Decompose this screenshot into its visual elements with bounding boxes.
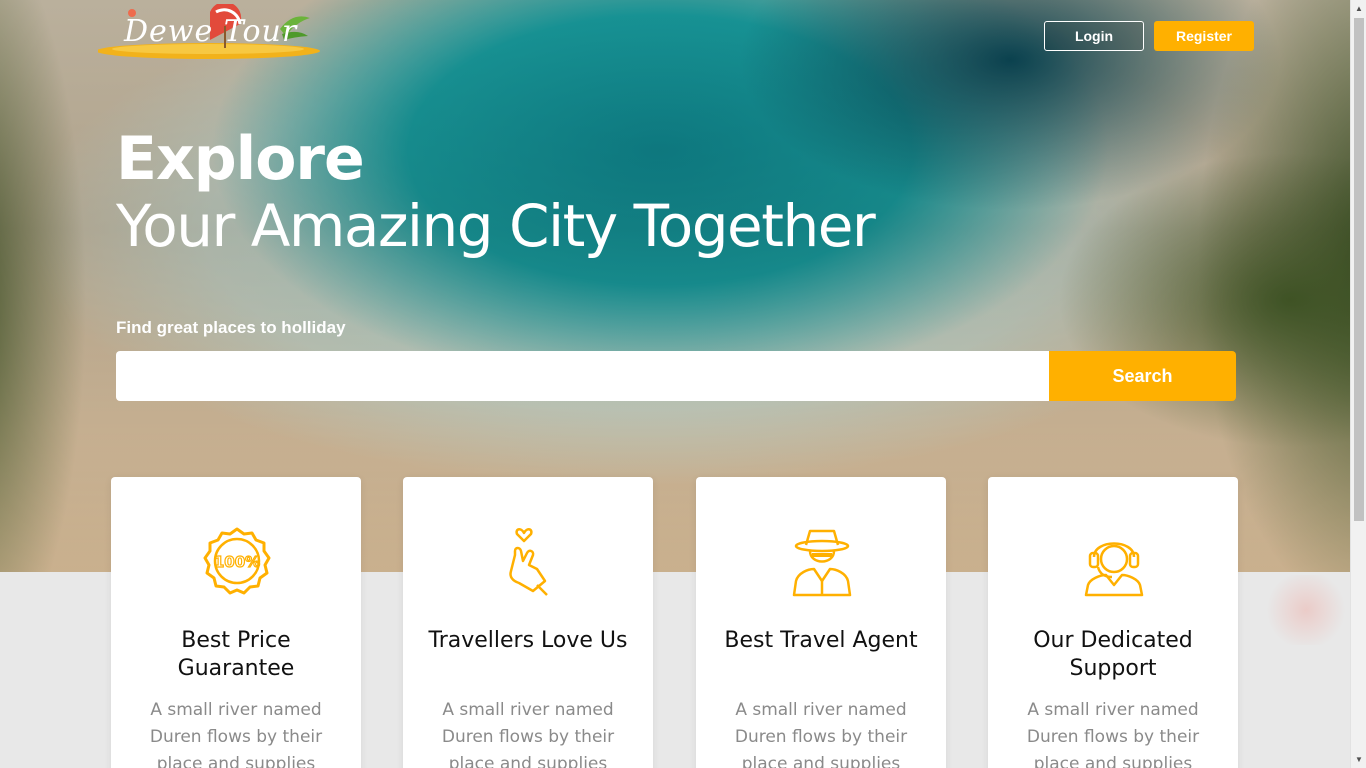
feature-description: A small river named Duren flows by their… — [1026, 700, 1200, 768]
flower-decoration — [1262, 575, 1350, 645]
feature-description: A small river named Duren flows by their… — [734, 700, 908, 768]
feature-description: A small river named Duren flows by their… — [149, 700, 323, 768]
scroll-down-arrow-icon[interactable]: ▼ — [1351, 751, 1366, 768]
hero-subtitle: Your Amazing City Together — [116, 192, 876, 260]
register-button[interactable]: Register — [1154, 21, 1254, 51]
search-input[interactable] — [116, 351, 1049, 401]
feature-card-dedicated-support: Our Dedicated Support A small river name… — [988, 477, 1238, 768]
feature-description: A small river named Duren flows by their… — [441, 700, 615, 768]
feature-card-best-price: 100% Best Price Guarantee A small river … — [111, 477, 361, 768]
logo[interactable]: Dewe Tour — [96, 1, 323, 62]
hero-title: Explore — [116, 124, 365, 194]
finger-heart-icon — [509, 528, 548, 596]
login-button[interactable]: Login — [1044, 21, 1144, 51]
price-guarantee-badge-icon: 100% — [203, 527, 271, 595]
travel-agent-icon — [792, 529, 852, 597]
feature-title: Travellers Love Us — [428, 628, 628, 653]
feature-card-travel-agent: Best Travel Agent A small river named Du… — [696, 477, 946, 768]
logo-text: Dewe Tour — [124, 14, 298, 49]
feature-card-travellers-love: Travellers Love Us A small river named D… — [403, 477, 653, 768]
scrollbar-thumb[interactable] — [1354, 18, 1364, 521]
scroll-up-arrow-icon[interactable]: ▲ — [1351, 0, 1366, 17]
svg-text:100%: 100% — [214, 553, 260, 571]
search-button[interactable]: Search — [1049, 351, 1236, 401]
support-headset-icon — [1084, 542, 1144, 597]
feature-title: Best Travel Agent — [724, 628, 918, 653]
page-scrollbar[interactable]: ▲ ▼ — [1350, 0, 1366, 768]
feature-title: Our Dedicated Support — [1033, 628, 1193, 681]
feature-title: Best Price Guarantee — [177, 628, 295, 681]
search-label: Find great places to holliday — [116, 318, 346, 337]
